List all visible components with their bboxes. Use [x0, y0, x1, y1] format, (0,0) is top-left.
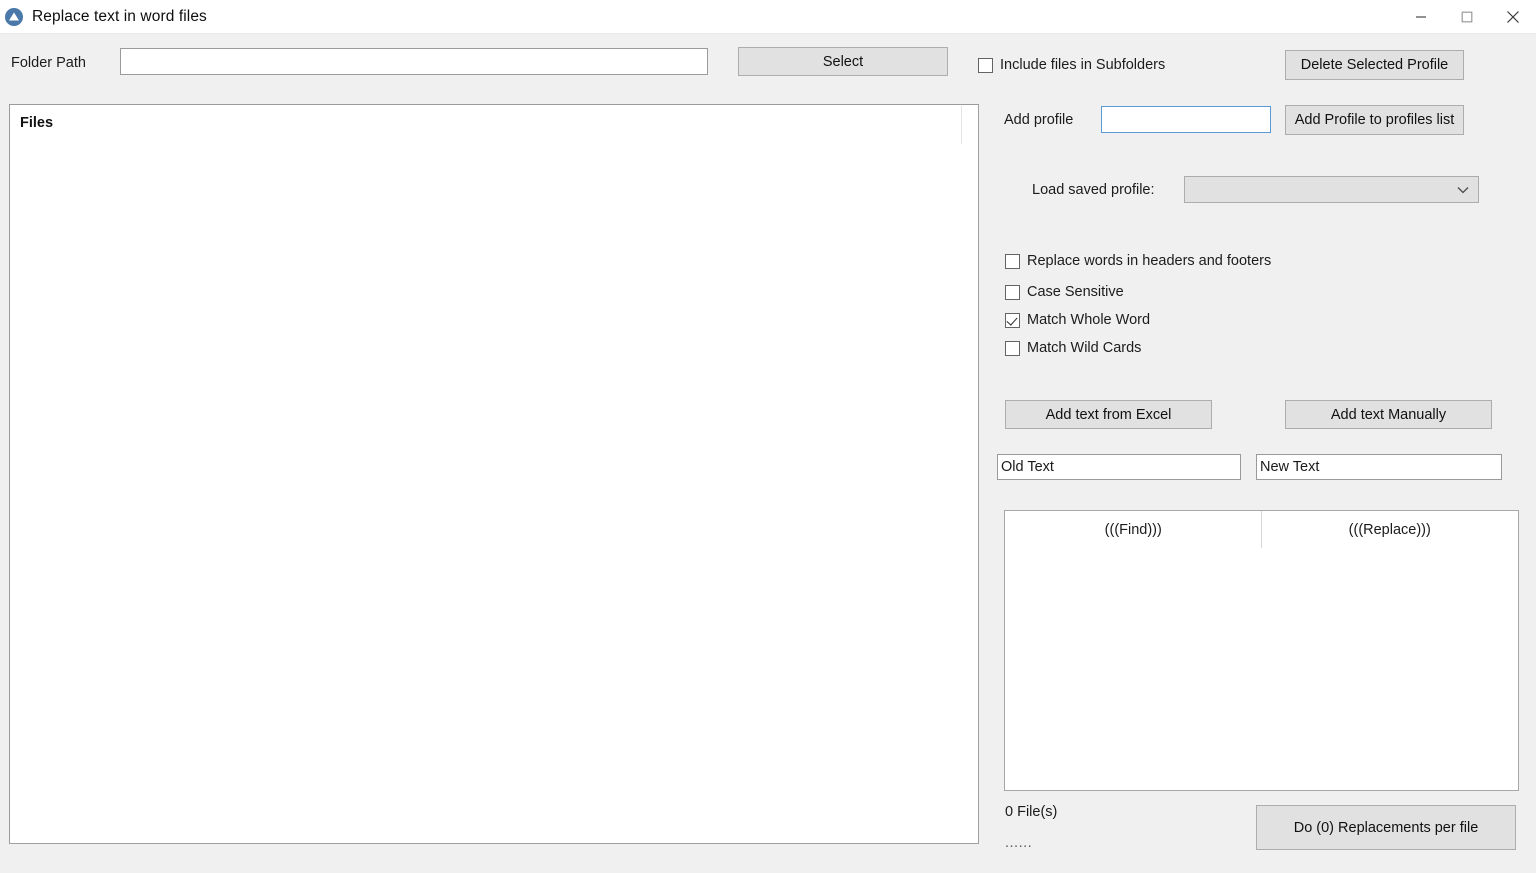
title-bar: Replace text in word files — [0, 0, 1536, 33]
add-profile-to-list-button[interactable]: Add Profile to profiles list — [1285, 105, 1464, 135]
add-text-from-excel-button[interactable]: Add text from Excel — [1005, 400, 1212, 429]
do-replacements-button[interactable]: Do (0) Replacements per file — [1256, 805, 1516, 850]
delete-selected-profile-button[interactable]: Delete Selected Profile — [1285, 50, 1464, 80]
include-subfolders-checkbox[interactable]: Include files in Subfolders — [978, 57, 1165, 73]
folder-path-label: Folder Path — [11, 55, 86, 71]
option-match-whole-word[interactable]: Match Whole Word — [1005, 312, 1150, 328]
add-profile-input[interactable] — [1101, 106, 1271, 133]
maximize-button[interactable] — [1444, 0, 1490, 33]
option-replace-headers-footers-box[interactable] — [1005, 253, 1020, 269]
option-match-whole-word-box[interactable] — [1005, 312, 1020, 328]
load-saved-profile-label: Load saved profile: — [1032, 182, 1155, 198]
option-replace-headers-footers[interactable]: Replace words in headers and footers — [1005, 253, 1271, 269]
grid-column-header-find[interactable]: (((Find))) — [1005, 511, 1262, 548]
include-subfolders-checkbox-box[interactable] — [978, 57, 993, 73]
folder-path-input[interactable] — [120, 48, 708, 75]
window-controls — [1398, 0, 1536, 33]
grid-column-header-replace[interactable]: (((Replace))) — [1262, 511, 1519, 548]
option-match-whole-word-label: Match Whole Word — [1027, 312, 1151, 328]
find-replace-grid[interactable]: (((Find))) (((Replace))) — [1004, 510, 1519, 791]
files-list-panel[interactable]: Files — [9, 104, 979, 844]
progress-status: ...... — [1005, 835, 1033, 851]
option-replace-headers-footers-label: Replace words in headers and footers — [1027, 253, 1272, 269]
option-case-sensitive-box[interactable] — [1005, 284, 1020, 300]
files-list-header: Files — [20, 115, 54, 131]
file-count-status: 0 File(s) — [1005, 804, 1058, 820]
grid-column-divider — [1261, 511, 1262, 548]
include-subfolders-label: Include files in Subfolders — [1000, 57, 1166, 73]
minimize-icon — [1416, 15, 1426, 18]
titlebar-divider — [0, 33, 1536, 34]
option-case-sensitive-label: Case Sensitive — [1027, 284, 1124, 300]
option-match-wild-cards[interactable]: Match Wild Cards — [1005, 340, 1141, 356]
window-title: Replace text in word files — [32, 7, 207, 25]
chevron-down-icon — [1457, 186, 1469, 193]
load-saved-profile-select[interactable] — [1184, 176, 1479, 203]
close-button[interactable] — [1490, 0, 1536, 33]
app-logo-icon — [5, 7, 23, 26]
files-column-divider — [961, 106, 962, 144]
close-icon — [1507, 10, 1519, 23]
option-match-wild-cards-label: Match Wild Cards — [1027, 340, 1142, 356]
add-profile-label: Add profile — [1004, 112, 1074, 128]
add-text-manually-button[interactable]: Add text Manually — [1285, 400, 1492, 429]
option-match-wild-cards-box[interactable] — [1005, 340, 1020, 356]
new-text-input[interactable] — [1256, 454, 1502, 480]
select-folder-button[interactable]: Select — [738, 47, 948, 76]
option-case-sensitive[interactable]: Case Sensitive — [1005, 284, 1124, 300]
maximize-icon — [1461, 11, 1473, 22]
minimize-button[interactable] — [1398, 0, 1444, 33]
old-text-input[interactable] — [997, 454, 1241, 480]
